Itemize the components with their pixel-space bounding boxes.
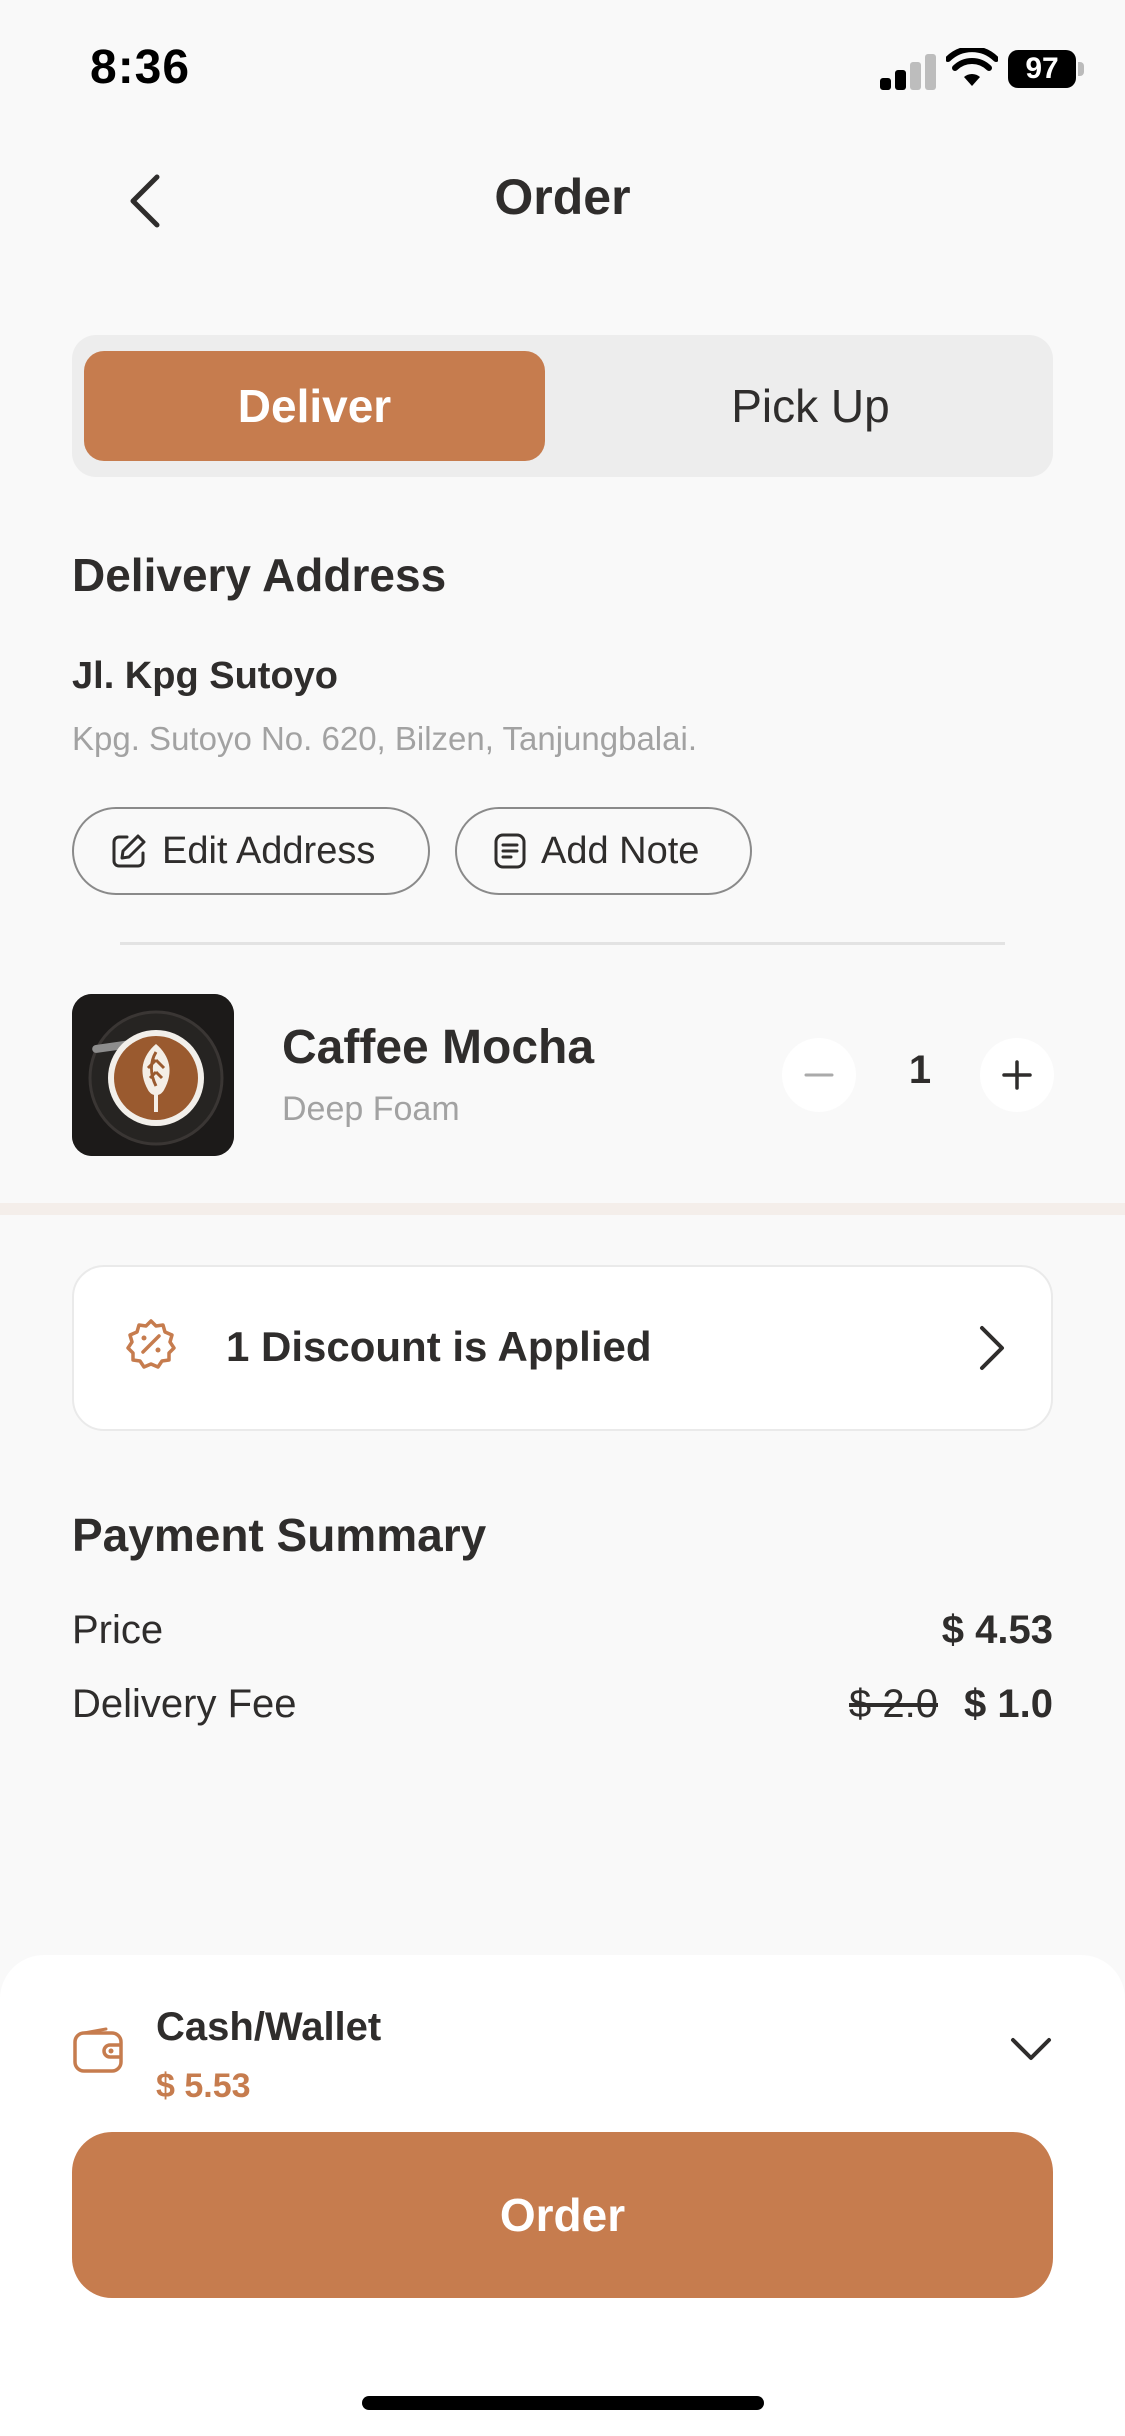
price-label: Price [72,1608,164,1652]
discount-label: 1 Discount is Applied [226,1323,652,1370]
price-row: Price $ 4.53 [72,1608,1053,1668]
price-value: $ 4.53 [941,1608,1053,1652]
coffee-cup-icon [72,994,234,1156]
payment-method: Cash/Wallet [156,2005,382,2049]
page-title: Order [494,169,631,225]
battery-icon: 97 [1008,50,1084,88]
product-subtitle: Deep Foam [282,1090,460,1128]
minus-icon [804,1073,834,1077]
delivery-fee-original: $ 2.0 [849,1682,938,1726]
payment-summary-title: Payment Summary [72,1509,487,1561]
address-detail: Kpg. Sutoyo No. 620, Bilzen, Tanjungbala… [72,720,697,757]
discount-badge-icon [126,1319,176,1369]
order-button[interactable]: Order [72,2132,1053,2298]
product-name: Caffee Mocha [282,1021,595,1074]
discount-card[interactable]: 1 Discount is Applied [72,1265,1053,1431]
increase-quantity-button[interactable] [980,1038,1054,1112]
delivery-fee-value: $ 1.0 [964,1682,1053,1726]
cellular-signal-icon [880,50,936,90]
chevron-down-icon[interactable] [1009,2035,1053,2063]
add-note-button[interactable]: Add Note [455,807,752,895]
tab-pick-up[interactable]: Pick Up [580,351,1041,461]
delivery-mode-tabs: Deliver Pick Up [72,335,1053,477]
header: Order [0,150,1125,250]
edit-icon [112,834,146,868]
payment-amount: $ 5.53 [156,2067,251,2105]
address-name: Jl. Kpg Sutoyo [72,655,338,697]
status-bar: 8:36 97 [0,0,1125,140]
battery-level: 97 [1008,50,1076,88]
checkout-sheet: Cash/Wallet $ 5.53 Order [0,1955,1125,2436]
status-time: 8:36 [90,41,191,94]
decrease-quantity-button[interactable] [782,1038,856,1112]
quantity-value: 1 [908,1048,932,1092]
plus-icon [1002,1060,1032,1090]
note-icon [494,833,526,869]
order-screen: 8:36 97 Order Deliver Pick Up Delivery A… [0,0,1125,2436]
delivery-fee-label: Delivery Fee [72,1682,297,1726]
edit-address-button[interactable]: Edit Address [72,807,430,895]
wifi-icon [946,48,998,86]
delivery-address-title: Delivery Address [72,549,447,601]
home-indicator [362,2396,764,2410]
section-divider [0,1203,1125,1215]
tab-deliver[interactable]: Deliver [84,351,545,461]
divider [120,942,1005,945]
product-image [72,994,234,1156]
add-note-label: Add Note [541,829,700,872]
wallet-icon [73,2027,123,2073]
edit-address-label: Edit Address [162,829,376,872]
chevron-right-icon [980,1326,1004,1370]
delivery-fee-row: Delivery Fee $ 2.0 $ 1.0 [72,1682,1053,1742]
